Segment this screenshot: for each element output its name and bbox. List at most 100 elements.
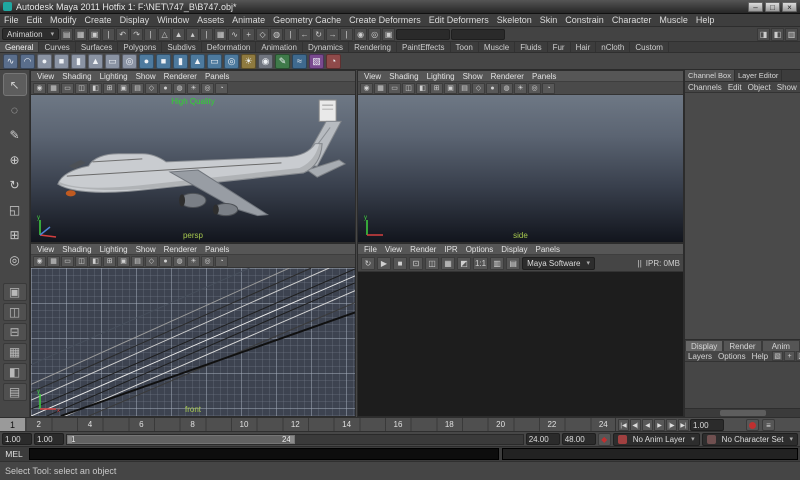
playback-end-field[interactable]	[526, 433, 560, 445]
xray-icon[interactable]: ◔	[215, 83, 228, 94]
range-start-handle[interactable]	[68, 436, 72, 443]
safe-action-icon[interactable]: ▣	[117, 256, 130, 267]
layout-two-panes-side[interactable]: ◫	[3, 303, 27, 321]
menu-item[interactable]: Muscle	[655, 15, 692, 25]
shelf-nurbs-cube-icon[interactable]: ■	[54, 54, 69, 69]
layer-scrollbar[interactable]	[685, 408, 800, 417]
safe-title-icon[interactable]: ▤	[131, 83, 144, 94]
menu-item[interactable]: Create	[81, 15, 116, 25]
soft-modification-tool[interactable]: ◎	[3, 248, 27, 271]
channel-list-area[interactable]	[685, 93, 800, 339]
shelf-poly-cone-icon[interactable]: ▲	[190, 54, 205, 69]
viewport-menu-item[interactable]: Renderer	[160, 245, 201, 254]
menu-item[interactable]: Edit Deformers	[425, 15, 493, 25]
shelf-tab[interactable]: Fur	[548, 42, 571, 52]
channel-box-menu-item[interactable]: Edit	[725, 83, 745, 92]
viewport-menu-item[interactable]: View	[33, 72, 58, 81]
scrollbar-thumb[interactable]	[720, 410, 766, 416]
menu-item[interactable]: Edit	[23, 15, 47, 25]
safe-title-icon[interactable]: ▤	[458, 83, 471, 94]
stop-render-icon[interactable]: ■	[393, 257, 407, 270]
menu-item[interactable]: Animate	[228, 15, 269, 25]
alpha-channel-icon[interactable]: ◩	[457, 257, 471, 270]
isolate-select-icon[interactable]: ◎	[201, 256, 214, 267]
input-connections-icon[interactable]: ←	[298, 28, 311, 41]
use-all-lights-icon[interactable]: ☀	[187, 256, 200, 267]
viewport-menu-item[interactable]: Show	[132, 72, 160, 81]
separator[interactable]: |	[144, 28, 157, 41]
viewport-menu-item[interactable]: Panels	[201, 245, 233, 254]
shelf-tab[interactable]: Toon	[451, 42, 479, 52]
shelf-curve-ep-icon[interactable]: ◠	[20, 54, 35, 69]
play-backwards-button[interactable]: ◀	[642, 419, 653, 431]
menu-item[interactable]: Help	[692, 15, 719, 25]
show-channelbox-toggle[interactable]: ▥	[785, 28, 798, 41]
layer-menu-item[interactable]: Layers	[685, 352, 715, 361]
isolate-select-icon[interactable]: ◎	[201, 83, 214, 94]
region-render-icon[interactable]: ⊡	[409, 257, 423, 270]
layer-menu-item[interactable]: Help	[749, 352, 771, 361]
gate-mask-icon[interactable]: ◧	[416, 83, 429, 94]
shelf-tab[interactable]: General	[0, 42, 39, 52]
current-frame-indicator[interactable]: 1	[0, 418, 25, 432]
quick-select-input[interactable]	[396, 29, 450, 40]
menu-item[interactable]: File	[0, 15, 23, 25]
menu-item[interactable]: Create Deformers	[345, 15, 425, 25]
wireframe-mode-icon[interactable]: ◇	[145, 256, 158, 267]
shelf-tab[interactable]: Rendering	[349, 42, 397, 52]
render-view-menu-item[interactable]: File	[360, 245, 381, 254]
render-settings-icon[interactable]: ▣	[382, 28, 395, 41]
wireframe-mode-icon[interactable]: ◇	[472, 83, 485, 94]
command-result-area[interactable]	[502, 448, 798, 460]
resolution-gate-icon[interactable]: ◫	[75, 83, 88, 94]
render-view-menu-item[interactable]: View	[381, 245, 406, 254]
shelf-cloth-icon[interactable]: ▧	[309, 54, 324, 69]
camera-attributes-icon[interactable]: ◉	[360, 83, 373, 94]
shelf-tab[interactable]: Muscle	[479, 42, 515, 52]
scale-tool[interactable]: ◱	[3, 198, 27, 221]
snap-grid-icon[interactable]: ▦	[214, 28, 227, 41]
airplane-model[interactable]	[31, 95, 355, 242]
camera-attributes-icon[interactable]: ◉	[33, 83, 46, 94]
resolution-gate-icon[interactable]: ◫	[75, 256, 88, 267]
render-view-menu-item[interactable]: Display	[497, 245, 531, 254]
front-canvas[interactable]: y x front	[31, 268, 355, 416]
viewport-menu-item[interactable]: Panels	[528, 72, 560, 81]
separator[interactable]: |	[340, 28, 353, 41]
viewport-menu-item[interactable]: Lighting	[96, 72, 132, 81]
playback-start-field[interactable]	[34, 433, 64, 445]
layer-editor-tab[interactable]: Anim	[762, 340, 800, 351]
auto-keyframe-button[interactable]	[746, 419, 759, 431]
channel-box-tab[interactable]: Channel Box	[685, 70, 735, 81]
snapshot-icon[interactable]: ◫	[425, 257, 439, 270]
viewport-menu-item[interactable]: Lighting	[423, 72, 459, 81]
render-view-menu-item[interactable]: Render	[406, 245, 440, 254]
shelf-tab[interactable]: Hair	[571, 42, 597, 52]
menu-item[interactable]: Assets	[193, 15, 228, 25]
keep-image-icon[interactable]: ▥	[490, 257, 504, 270]
snap-plane-icon[interactable]: ◇	[256, 28, 269, 41]
shelf-tab[interactable]: Surfaces	[76, 42, 119, 52]
move-tool[interactable]: ⊕	[3, 148, 27, 171]
go-to-start-button[interactable]: |◀	[618, 419, 629, 431]
field-chart-icon[interactable]: ⊞	[103, 256, 116, 267]
move-layer-icon[interactable]: ▧	[772, 351, 783, 361]
layout-three-panes-bottom[interactable]: ▤	[3, 383, 27, 401]
redo-render-icon[interactable]: ↻	[361, 257, 375, 270]
film-gate-icon[interactable]: ▭	[61, 83, 74, 94]
viewport-menu-item[interactable]: Shading	[58, 245, 95, 254]
shelf-poly-cube-icon[interactable]: ■	[156, 54, 171, 69]
wireframe-mode-icon[interactable]: ◇	[145, 83, 158, 94]
viewport-menu-item[interactable]: View	[33, 245, 58, 254]
animation-preferences-button[interactable]: ≡	[762, 419, 775, 431]
menu-item[interactable]: Window	[153, 15, 193, 25]
save-scene-icon[interactable]: ▣	[88, 28, 101, 41]
shelf-tab[interactable]: Custom	[630, 42, 669, 52]
xray-icon[interactable]: ◔	[542, 83, 555, 94]
shaded-mode-icon[interactable]: ●	[159, 256, 172, 267]
channel-box-menu-item[interactable]: Channels	[685, 83, 725, 92]
mel-command-input[interactable]	[29, 448, 499, 460]
use-all-lights-icon[interactable]: ☀	[187, 83, 200, 94]
shelf-tab[interactable]: Subdivs	[162, 42, 201, 52]
construction-history-icon[interactable]: ↻	[312, 28, 325, 41]
